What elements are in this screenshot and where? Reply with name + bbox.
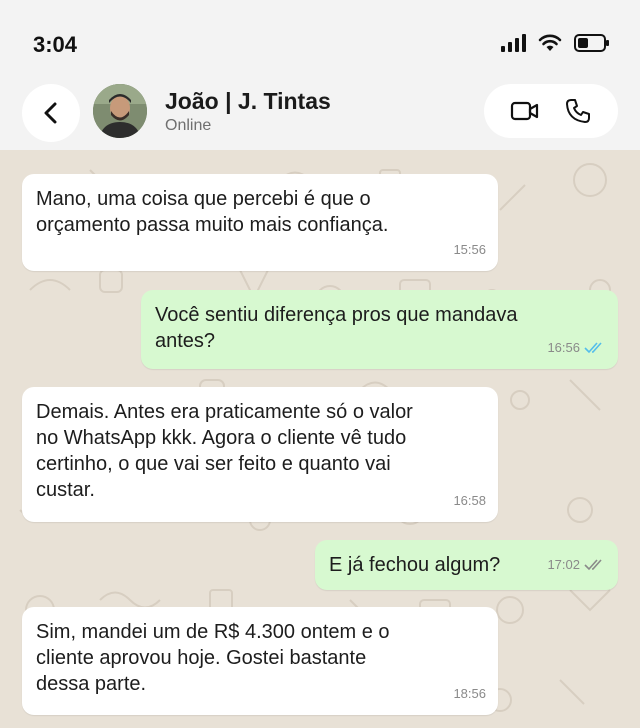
contact-name[interactable]: João | J. Tintas — [165, 88, 331, 115]
chevron-left-icon — [44, 102, 57, 124]
message-bubble-incoming[interactable]: Mano, uma coisa que percebi é que o orça… — [22, 174, 498, 271]
signal-icon — [501, 34, 526, 52]
message-meta: 17:02 — [547, 552, 606, 578]
message-time: 16:56 — [547, 340, 580, 355]
delivered-ticks-icon — [584, 559, 602, 571]
status-bar: 3:04 — [0, 0, 640, 78]
status-time: 3:04 — [33, 32, 78, 57]
message-time: 15:56 — [453, 242, 486, 257]
message-bubble-outgoing[interactable]: E já fechou algum? 17:02 — [315, 540, 618, 590]
video-call-icon[interactable] — [510, 100, 540, 122]
chat-area[interactable]: Mano, uma coisa que percebi é que o orça… — [0, 150, 640, 728]
avatar[interactable] — [93, 84, 147, 138]
battery-icon — [574, 34, 609, 52]
contact-status: Online — [165, 117, 212, 134]
message-text: Sim, mandei um de R$ 4.300 ontem e o cli… — [36, 621, 390, 695]
back-button[interactable] — [22, 84, 80, 142]
chat-header: João | J. Tintas Online — [0, 78, 640, 150]
call-actions — [484, 84, 618, 138]
message-meta: 16:58 — [453, 488, 486, 514]
message-meta: 16:56 — [547, 335, 606, 361]
phone-call-icon[interactable] — [564, 97, 592, 125]
read-ticks-icon — [584, 342, 602, 354]
message-time: 17:02 — [547, 557, 580, 572]
message-bubble-incoming[interactable]: Sim, mandei um de R$ 4.300 ontem e o cli… — [22, 607, 498, 715]
wifi-icon — [538, 34, 562, 51]
message-time: 18:56 — [453, 686, 486, 701]
message-meta: 15:56 — [453, 237, 486, 263]
message-bubble-outgoing[interactable]: Você sentiu diferença pros que mandava a… — [141, 290, 618, 369]
message-meta: 18:56 — [453, 681, 486, 707]
avatar-photo-icon — [93, 84, 147, 138]
message-time: 16:58 — [453, 493, 486, 508]
message-text: Mano, uma coisa que percebi é que o orça… — [36, 188, 389, 236]
status-icons — [500, 34, 610, 52]
message-text: Demais. Antes era praticamente só o valo… — [36, 401, 413, 501]
message-bubble-incoming[interactable]: Demais. Antes era praticamente só o valo… — [22, 387, 498, 522]
message-text: Você sentiu diferença pros que mandava a… — [155, 304, 518, 352]
